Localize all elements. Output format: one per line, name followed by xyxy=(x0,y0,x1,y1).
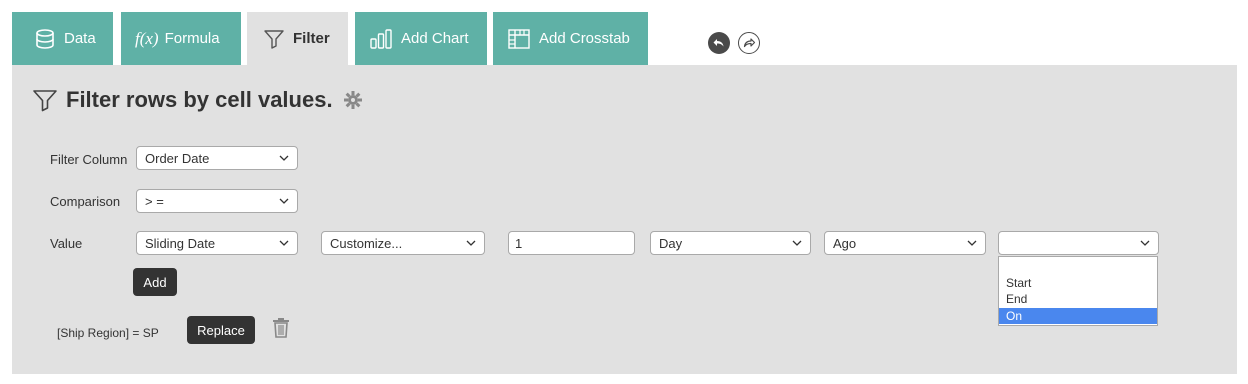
dropdown-option-blank[interactable] xyxy=(999,258,1157,274)
amount-value: 1 xyxy=(515,235,523,251)
tab-add-crosstab-label: Add Crosstab xyxy=(539,30,630,47)
unit-select[interactable]: Day xyxy=(650,231,811,255)
dropdown-option-on[interactable]: On xyxy=(999,308,1157,324)
undo-redo-group xyxy=(708,32,760,54)
chevron-down-icon xyxy=(466,240,476,246)
tab-data[interactable]: Data xyxy=(12,12,113,65)
unit-value: Day xyxy=(659,235,683,251)
panel-title-text: Filter rows by cell values. xyxy=(66,87,333,112)
tab-formula-label: Formula xyxy=(164,30,220,47)
undo-button[interactable] xyxy=(708,32,730,54)
chevron-down-icon xyxy=(279,198,289,204)
tab-formula[interactable]: f(x) Formula xyxy=(121,12,241,65)
panel-title: Filter rows by cell values. xyxy=(32,87,363,113)
comparison-label: Comparison xyxy=(50,194,121,209)
add-button[interactable]: Add xyxy=(133,268,177,296)
existing-filter-text: [Ship Region] = SP xyxy=(57,326,159,340)
gear-icon[interactable] xyxy=(343,90,363,110)
tab-filter-label: Filter xyxy=(293,30,330,47)
amount-input[interactable]: 1 xyxy=(508,231,635,255)
delete-filter-button[interactable] xyxy=(272,317,290,344)
chevron-down-icon xyxy=(1140,240,1150,246)
chevron-down-icon xyxy=(967,240,977,246)
filter-column-select[interactable]: Order Date xyxy=(136,146,298,170)
customize-select[interactable]: Customize... xyxy=(321,231,485,255)
value-label: Value xyxy=(50,236,83,251)
tab-add-chart-label: Add Chart xyxy=(401,30,469,47)
filter-icon xyxy=(33,90,57,112)
position-dropdown-list: Start End On xyxy=(998,256,1158,326)
filter-icon xyxy=(263,28,285,50)
tab-add-crosstab[interactable]: Add Crosstab xyxy=(493,12,648,65)
formula-icon: f(x) xyxy=(135,28,159,48)
database-icon xyxy=(34,28,56,50)
chevron-down-icon xyxy=(279,155,289,161)
filter-column-label: Filter Column xyxy=(50,152,128,167)
trash-icon xyxy=(273,318,289,338)
comparison-value: > = xyxy=(145,193,164,209)
direction-select[interactable]: Ago xyxy=(824,231,986,255)
dropdown-option-end[interactable]: End xyxy=(999,291,1157,307)
bar-chart-icon xyxy=(369,28,393,50)
undo-icon xyxy=(713,39,724,47)
chevron-down-icon xyxy=(279,240,289,246)
position-select[interactable] xyxy=(998,231,1159,255)
filter-panel: Filter rows by cell values. Filter Colum… xyxy=(12,65,1237,374)
value-type-select[interactable]: Sliding Date xyxy=(136,231,298,255)
crosstab-icon xyxy=(507,28,531,50)
tab-filter[interactable]: Filter xyxy=(247,12,348,65)
value-type-value: Sliding Date xyxy=(145,235,216,251)
comparison-select[interactable]: > = xyxy=(136,189,298,213)
chevron-down-icon xyxy=(792,240,802,246)
replace-button[interactable]: Replace xyxy=(187,316,255,344)
customize-value: Customize... xyxy=(330,235,403,251)
redo-icon xyxy=(743,38,756,48)
redo-button[interactable] xyxy=(738,32,760,54)
dropdown-option-start[interactable]: Start xyxy=(999,275,1157,291)
tab-data-label: Data xyxy=(64,30,96,47)
filter-column-value: Order Date xyxy=(145,150,210,166)
tab-add-chart[interactable]: Add Chart xyxy=(355,12,487,65)
direction-value: Ago xyxy=(833,235,857,251)
